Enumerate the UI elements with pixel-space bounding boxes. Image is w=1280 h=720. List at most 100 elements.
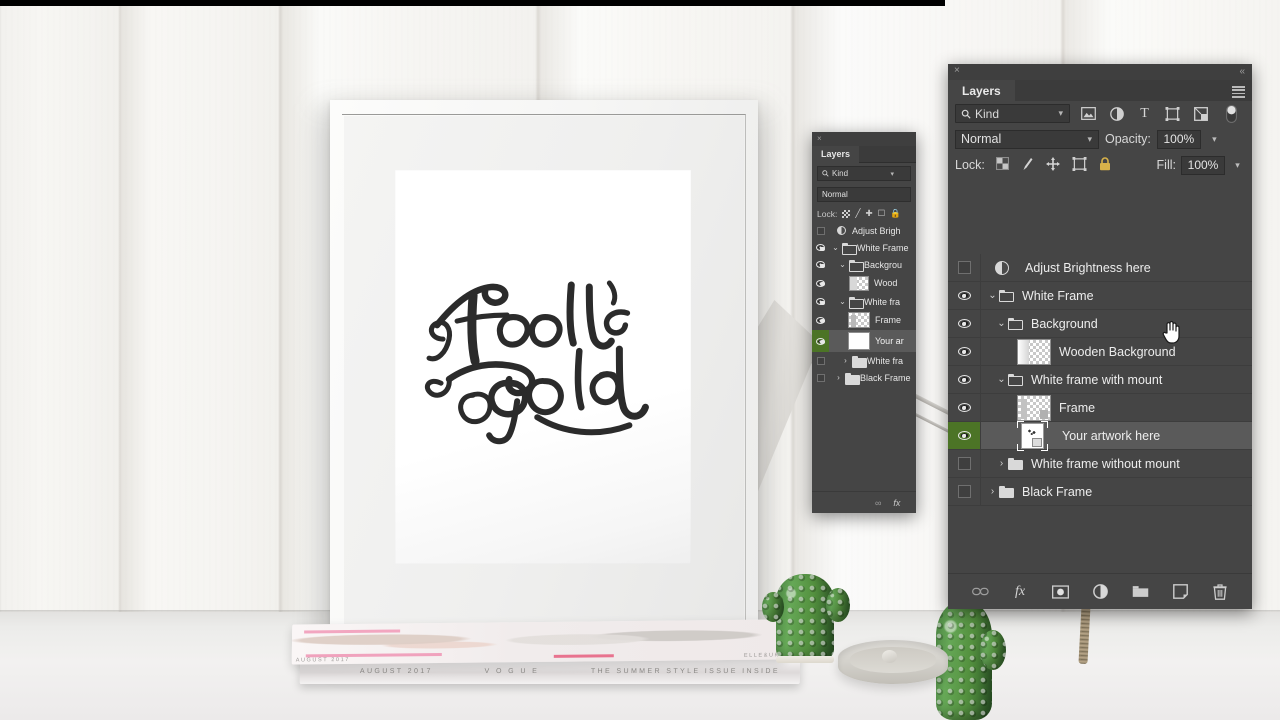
panel-menu-icon[interactable]: [1232, 86, 1245, 98]
table-row[interactable]: Wooden Background: [948, 338, 1252, 366]
close-icon[interactable]: ×: [954, 65, 960, 76]
lock-image-pixels-icon[interactable]: ╱: [855, 208, 860, 219]
list-item[interactable]: ⌄ Backgrou: [812, 256, 916, 273]
visibility-toggle[interactable]: [948, 394, 981, 421]
smart-object-filter-icon[interactable]: [1193, 106, 1208, 121]
table-row[interactable]: Frame: [948, 394, 1252, 422]
table-row-selected[interactable]: Your artwork here: [948, 420, 1252, 451]
layers-panel-secondary[interactable]: × Layers Kind ▾ Normal Lock: ╱ ✚ ☐ 🔒 Adj…: [812, 132, 916, 513]
visibility-toggle[interactable]: [812, 244, 829, 251]
new-group-icon[interactable]: [1132, 583, 1149, 600]
chevron-down-icon[interactable]: ⌄: [829, 243, 842, 252]
visibility-toggle[interactable]: [948, 310, 981, 337]
list-item[interactable]: Frame: [812, 310, 916, 330]
visibility-toggle[interactable]: [812, 373, 829, 382]
chevron-right-icon[interactable]: ›: [832, 373, 845, 382]
visibility-toggle[interactable]: [948, 254, 981, 281]
add-layer-style-icon[interactable]: fx: [1012, 583, 1029, 600]
table-row[interactable]: ⌄ White frame with mount: [948, 366, 1252, 394]
link-layers-icon[interactable]: [971, 583, 989, 600]
visibility-toggle[interactable]: [812, 279, 829, 287]
fill-input[interactable]: 100%: [1181, 155, 1225, 175]
opacity-input[interactable]: 100%: [1156, 129, 1201, 149]
table-row[interactable]: ⌄ Background: [948, 310, 1252, 338]
list-item-label: Black Frame: [860, 372, 911, 383]
lock-all-icon[interactable]: 🔒: [890, 208, 901, 219]
magazine-top-left-label: AUGUST 2017: [295, 656, 350, 664]
new-layer-icon[interactable]: [1172, 583, 1189, 600]
visibility-toggle[interactable]: [948, 338, 981, 365]
list-item[interactable]: ⌄ White Frame: [812, 239, 916, 256]
visibility-toggle[interactable]: [948, 478, 981, 505]
visibility-toggle[interactable]: [948, 450, 981, 477]
lock-transparent-pixels-icon[interactable]: [842, 209, 851, 218]
layers-list[interactable]: Adjust Brightness here ⌄ White Frame ⌄ B…: [948, 254, 1252, 573]
list-item[interactable]: › White fra: [812, 352, 916, 369]
chevron-down-icon[interactable]: ▾: [1087, 134, 1092, 145]
shape-layer-filter-icon[interactable]: [1165, 106, 1180, 121]
list-item[interactable]: › Black Frame: [812, 369, 916, 386]
table-row[interactable]: Adjust Brightness here: [948, 254, 1252, 282]
lock-artboard-nesting-icon[interactable]: ☐: [878, 208, 886, 219]
visibility-toggle[interactable]: [812, 298, 829, 305]
link-layers-icon[interactable]: ∞: [875, 498, 881, 508]
tab-layers[interactable]: Layers: [948, 80, 1015, 101]
close-icon[interactable]: ×: [817, 134, 822, 143]
table-row[interactable]: › Black Frame: [948, 478, 1252, 506]
search-icon: [822, 170, 829, 177]
chevron-right-icon[interactable]: ›: [995, 458, 1008, 469]
list-item[interactable]: ⌄ White fra: [812, 293, 916, 310]
adjustment-layer-filter-icon[interactable]: [1109, 106, 1124, 121]
list-item[interactable]: Adjust Brigh: [812, 222, 916, 239]
visibility-toggle[interactable]: [948, 422, 981, 449]
fill-label: Fill:: [1156, 158, 1176, 172]
visibility-toggle[interactable]: [812, 330, 829, 352]
lock-label: Lock:: [955, 158, 985, 172]
chevron-right-icon[interactable]: ›: [839, 356, 852, 365]
opacity-label: Opacity:: [1105, 132, 1151, 146]
secondary-layers-list[interactable]: Adjust Brigh ⌄ White Frame ⌄ Backgrou Wo…: [812, 222, 916, 386]
filter-toggle-switch[interactable]: [1224, 104, 1239, 123]
add-layer-mask-icon[interactable]: [1051, 583, 1069, 600]
chevron-down-icon[interactable]: ⌄: [995, 318, 1008, 329]
secondary-blend-select[interactable]: Normal: [817, 187, 911, 202]
visibility-toggle[interactable]: [948, 282, 981, 309]
table-row[interactable]: › White frame without mount: [948, 450, 1252, 478]
folder-icon: [852, 356, 867, 368]
lock-position-icon[interactable]: ✚: [865, 208, 872, 219]
fill-chevron-down-icon[interactable]: ▾: [1230, 156, 1245, 175]
blend-mode-select[interactable]: Normal ▾: [955, 129, 1099, 149]
chevron-down-icon[interactable]: ⌄: [836, 260, 849, 269]
lock-all-icon[interactable]: [1099, 156, 1111, 174]
visibility-toggle[interactable]: [812, 316, 829, 324]
layers-panel[interactable]: × « Layers Kind ▾ T Normal ▾ Opacity: 10…: [948, 64, 1252, 609]
lock-transparent-pixels-icon[interactable]: [995, 157, 1009, 173]
lock-position-icon[interactable]: [1045, 156, 1060, 174]
visibility-toggle[interactable]: [812, 261, 829, 268]
filter-kind-select[interactable]: Kind ▾: [955, 104, 1070, 123]
chevron-down-icon[interactable]: ⌄: [986, 290, 999, 301]
chevron-down-icon[interactable]: ⌄: [995, 374, 1008, 385]
opacity-chevron-down-icon[interactable]: ▾: [1207, 130, 1222, 149]
new-adjustment-layer-icon[interactable]: [1092, 583, 1109, 600]
pixel-layer-filter-icon[interactable]: [1081, 106, 1096, 121]
visibility-toggle[interactable]: [948, 366, 981, 393]
smart-object-brackets: [849, 333, 869, 349]
add-layer-style-icon[interactable]: fx: [893, 498, 900, 508]
folder-icon: [842, 243, 857, 255]
list-item[interactable]: Wood: [812, 273, 916, 293]
visibility-toggle[interactable]: [812, 226, 829, 235]
visibility-toggle[interactable]: [812, 356, 829, 365]
secondary-kind-select[interactable]: Kind ▾: [817, 166, 911, 181]
tab-layers-secondary[interactable]: Layers: [812, 146, 860, 163]
chevron-down-icon[interactable]: ▾: [1058, 108, 1063, 119]
chevron-right-icon[interactable]: ›: [986, 486, 999, 497]
table-row[interactable]: ⌄ White Frame: [948, 282, 1252, 310]
list-item-selected[interactable]: Your ar: [812, 330, 916, 352]
chevron-down-icon[interactable]: ⌄: [836, 297, 849, 306]
collapse-panel-icon[interactable]: «: [1239, 66, 1244, 77]
lock-image-pixels-icon[interactable]: [1021, 157, 1034, 174]
lock-artboard-nesting-icon[interactable]: [1072, 156, 1087, 174]
delete-layer-icon[interactable]: [1212, 583, 1229, 600]
type-layer-filter-icon[interactable]: T: [1137, 106, 1152, 121]
